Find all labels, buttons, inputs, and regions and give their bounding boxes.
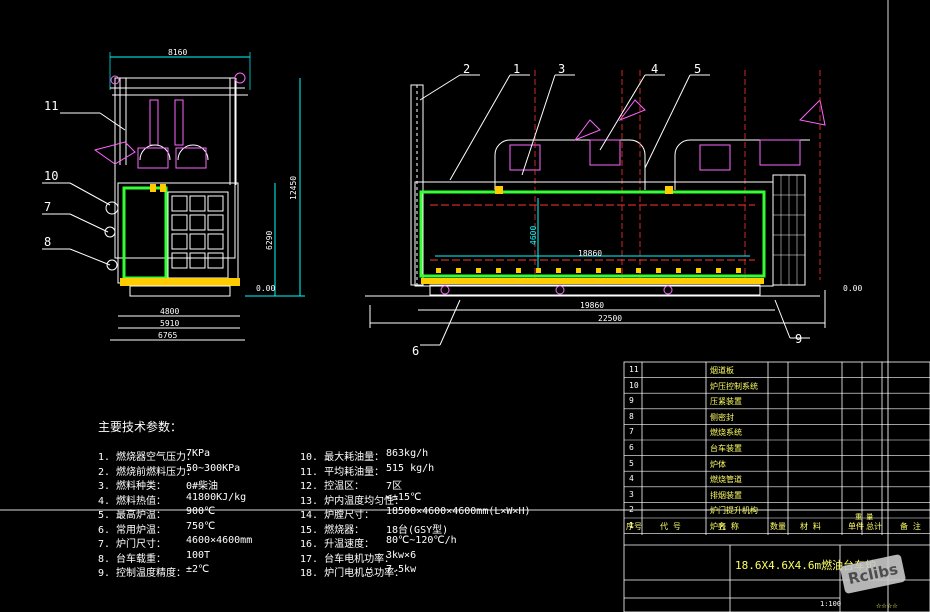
param-value: 3kw×6 [386, 549, 417, 561]
param-value: 18台(GSY型) [386, 524, 449, 536]
table-header-cell: 名 称 [718, 522, 739, 531]
part-number: 10 [629, 380, 639, 390]
part-name: 燃烧管道 [710, 475, 742, 485]
dimension-label: 0.00 [256, 284, 275, 293]
callout-number: 3 [558, 62, 565, 76]
dimension-label: 8160 [168, 48, 187, 57]
part-number: 4 [629, 474, 634, 484]
param-value: 80℃~120℃/h [386, 535, 457, 546]
param-value: <±15℃ [386, 491, 422, 503]
param-value: 7.5kw [386, 564, 417, 575]
part-name: 炉门提升机构 [710, 506, 758, 516]
callout-number: 9 [795, 332, 802, 346]
param-label: 6. 常用炉温： [98, 524, 167, 536]
dimension-label: 6765 [158, 331, 177, 340]
param-label: 2. 燃烧前燃料压力： [98, 466, 197, 478]
param-label: 15. 燃烧器： [300, 524, 365, 536]
part-number: 3 [629, 489, 634, 499]
table-header-cell: 代 号 [660, 522, 681, 531]
param-label: 9. 控制温度精度： [98, 568, 187, 579]
part-number: 8 [629, 411, 634, 421]
table-header-cell: 材 料 [800, 522, 821, 531]
param-value: 0#柴油 [186, 481, 219, 492]
param-value: 900℃ [186, 506, 216, 517]
param-value: 50~300KPa [186, 462, 241, 474]
param-value: 18500×4600×4600mm(L×W×H) [386, 506, 531, 517]
callout-number: 4 [651, 62, 658, 76]
param-value: 41800KJ/kg [186, 491, 247, 503]
param-value: 4600×4600mm [186, 535, 253, 546]
part-number: 7 [629, 427, 634, 437]
param-value: ±2℃ [186, 564, 210, 575]
part-number: 2 [629, 505, 634, 515]
param-label: 3. 燃料种类： [98, 481, 167, 492]
param-value: 863kg/h [386, 448, 429, 459]
sheet-number: ☆☆☆☆ [876, 601, 898, 611]
param-label: 7. 炉门尺寸： [98, 539, 167, 550]
cad-drawing-canvas: 8160 12450 6290 4800 5910 6765 0.00 11 10 7 8 [0, 0, 930, 612]
callout-number: 10 [44, 169, 58, 183]
param-label: 14. 炉膛尺寸： [300, 510, 375, 521]
left-side-view [42, 52, 305, 341]
callout-number: 5 [694, 62, 701, 76]
param-label: 5. 最高炉温： [98, 510, 167, 521]
part-name: 侧密封 [710, 412, 734, 422]
part-name: 烟道板 [710, 366, 734, 375]
tech-params-heading: 主要技术参数： [98, 420, 183, 434]
param-value: 7区 [386, 481, 403, 492]
param-label: 16. 升温速度： [300, 539, 375, 550]
callout-number: 1 [513, 62, 520, 76]
callout-number: 6 [412, 344, 419, 358]
table-header-cell: 总计 [866, 522, 882, 531]
param-label: 12. 控温区： [300, 481, 365, 492]
callout-number: 2 [463, 62, 470, 76]
param-label: 1. 燃烧器空气压力： [98, 452, 197, 463]
callout-number: 8 [44, 235, 51, 249]
part-name: 炉压控制系统 [710, 381, 758, 391]
part-name: 台车装置 [710, 444, 742, 453]
part-name: 燃烧系统 [710, 428, 742, 438]
param-label: 8. 台车载重： [98, 553, 167, 565]
part-number: 9 [629, 396, 634, 406]
dimension-label: 12450 [289, 176, 298, 200]
table-header-cell: 序号 [626, 522, 642, 531]
table-header-cell: 数量 [770, 522, 786, 531]
param-label: 4. 燃料热值： [98, 495, 167, 507]
param-value: 7KPa [186, 448, 211, 459]
param-value: 515 kg/h [386, 462, 435, 474]
param-label: 11. 平均耗油量： [300, 466, 385, 478]
dimension-label: 22500 [598, 314, 622, 323]
param-value: 750℃ [186, 520, 216, 532]
callout-number: 11 [44, 99, 58, 113]
table-header-weight: 重 量 [855, 513, 874, 521]
part-number: 5 [629, 458, 634, 468]
part-name: 炉体 [710, 459, 726, 469]
dimension-label: 0.00 [843, 284, 862, 293]
dimension-label: 6290 [265, 231, 274, 250]
part-number: 6 [629, 443, 634, 452]
dimension-label: 4600 [529, 226, 538, 245]
callout-number: 7 [44, 200, 51, 214]
dimension-label: 5910 [160, 319, 179, 328]
part-name: 压紧装置 [710, 397, 742, 407]
drawing-scale: 1:100 [820, 600, 842, 608]
dimension-label: 4800 [160, 307, 179, 316]
part-number: 11 [629, 365, 639, 374]
table-header-cell: 单件 [848, 522, 864, 531]
part-name: 排烟装置 [710, 490, 742, 500]
front-view-labels: 18860 4600 19860 22500 0.00 2 1 3 4 5 6 9 [412, 62, 862, 358]
param-value: 100T [186, 549, 211, 561]
dimension-label: 18860 [578, 249, 602, 258]
param-label: 10. 最大耗油量： [300, 452, 385, 463]
table-header-cell: 备 注 [900, 522, 921, 531]
param-label: 17. 台车电机功率： [300, 553, 395, 565]
dimension-label: 19860 [580, 301, 604, 310]
